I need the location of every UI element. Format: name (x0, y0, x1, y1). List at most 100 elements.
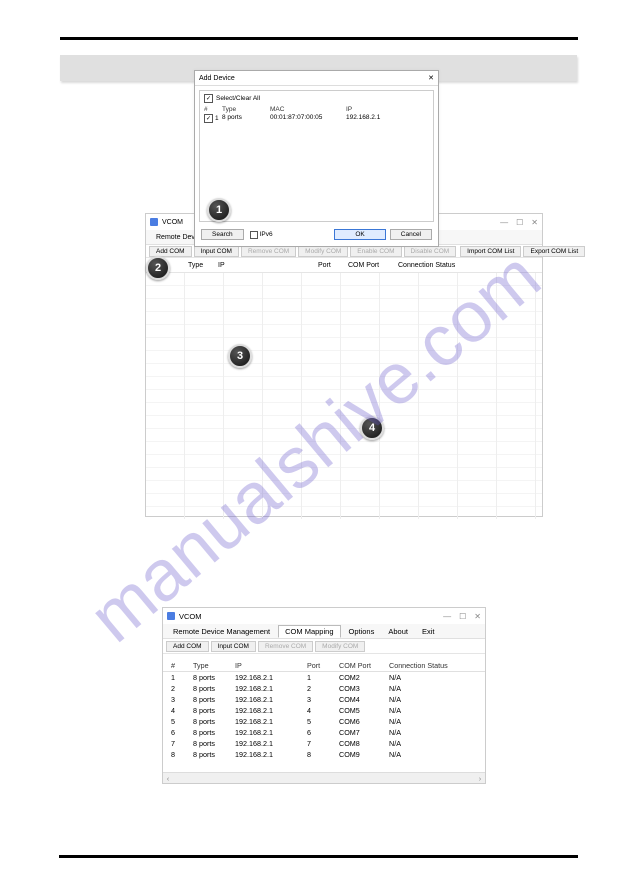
dialog-close-icon[interactable]: ✕ (428, 74, 434, 82)
cell-type: 8 ports (193, 695, 235, 704)
cell-connstatus: N/A (389, 684, 477, 693)
minimize-icon[interactable]: — (443, 612, 451, 621)
table-row[interactable]: 78 ports192.168.2.17COM8N/A (163, 738, 485, 749)
menu-remote-device[interactable]: Remote Device Management (167, 626, 276, 637)
remove-com-button[interactable]: Remove COM (258, 641, 313, 652)
dialog-title: Add Device (199, 75, 235, 82)
cell-num: 5 (171, 717, 193, 726)
table-row[interactable]: 58 ports192.168.2.15COM6N/A (163, 716, 485, 727)
table-row[interactable]: 88 ports192.168.2.18COM9N/A (163, 749, 485, 760)
cell-comport: COM5 (339, 706, 389, 715)
window-title: VCOM (162, 219, 183, 226)
vcom-window-2: VCOM — ☐ ✕ Remote Device Management COM … (162, 607, 486, 784)
disable-com-button[interactable]: Disable COM (404, 246, 457, 257)
close-icon[interactable]: ✕ (531, 218, 538, 227)
cell-port: 3 (307, 695, 339, 704)
minimize-icon[interactable]: — (500, 218, 508, 227)
dcol-type: Type (222, 106, 270, 113)
maximize-icon[interactable]: ☐ (516, 218, 523, 227)
step-badge-1: 1 (207, 198, 231, 222)
dialog-table-row[interactable]: ✓1 8 ports 00:01:87:07:00:05 192.168.2.1 (200, 113, 433, 124)
horizontal-scrollbar[interactable]: ‹ › (163, 772, 485, 783)
cell-connstatus: N/A (389, 750, 477, 759)
table-row[interactable]: 28 ports192.168.2.12COM3N/A (163, 683, 485, 694)
col-type: Type (188, 262, 218, 269)
step-badge-4: 4 (360, 416, 384, 440)
cell-comport: COM9 (339, 750, 389, 759)
row-ip: 192.168.2.1 (346, 114, 406, 123)
cell-port: 6 (307, 728, 339, 737)
row-num: 1 (215, 115, 219, 122)
cell-connstatus: N/A (389, 717, 477, 726)
cell-comport: COM6 (339, 717, 389, 726)
ipv6-checkbox[interactable] (250, 231, 258, 239)
modify-com-button[interactable]: Modify COM (315, 641, 365, 652)
menubar-2: Remote Device Management COM Mapping Opt… (163, 624, 485, 639)
cell-comport: COM2 (339, 673, 389, 682)
cell-type: 8 ports (193, 739, 235, 748)
input-com-button[interactable]: Input COM (211, 641, 256, 652)
menu-com-mapping[interactable]: COM Mapping (278, 625, 340, 638)
cell-connstatus: N/A (389, 739, 477, 748)
cell-connstatus: N/A (389, 673, 477, 682)
top-rule (60, 37, 578, 40)
table-row[interactable]: 68 ports192.168.2.16COM7N/A (163, 727, 485, 738)
import-com-list-button[interactable]: Import COM List (460, 246, 521, 257)
cell-connstatus: N/A (389, 728, 477, 737)
select-clear-all-checkbox[interactable]: ✓ (204, 94, 213, 103)
col-connstatus: Connection Status (398, 262, 488, 269)
cell-connstatus: N/A (389, 706, 477, 715)
add-com-button[interactable]: Add COM (149, 246, 192, 257)
toolbar-2: Add COM Input COM Remove COM Modify COM (163, 639, 485, 654)
menu-exit[interactable]: Exit (416, 626, 441, 637)
dcol-ip: IP (346, 106, 406, 113)
input-com-button[interactable]: Input COM (194, 246, 239, 257)
select-clear-all-label: Select/Clear All (216, 95, 260, 102)
table-row[interactable]: 48 ports192.168.2.14COM5N/A (163, 705, 485, 716)
cell-ip: 192.168.2.1 (235, 717, 307, 726)
step-badge-3: 3 (228, 344, 252, 368)
table-row[interactable]: 18 ports192.168.2.11COM2N/A (163, 672, 485, 683)
app-icon-2 (167, 612, 175, 620)
scroll-right-icon[interactable]: › (475, 773, 485, 783)
table-row[interactable]: 38 ports192.168.2.13COM4N/A (163, 694, 485, 705)
cell-comport: COM4 (339, 695, 389, 704)
col-port: Port (307, 661, 339, 670)
cell-ip: 192.168.2.1 (235, 684, 307, 693)
cell-ip: 192.168.2.1 (235, 695, 307, 704)
remove-com-button[interactable]: Remove COM (241, 246, 296, 257)
col-ip: IP (218, 262, 318, 269)
row-checkbox[interactable]: ✓ (204, 114, 213, 123)
maximize-icon[interactable]: ☐ (459, 612, 466, 621)
export-com-list-button[interactable]: Export COM List (523, 246, 585, 257)
cell-type: 8 ports (193, 750, 235, 759)
modify-com-button[interactable]: Modify COM (298, 246, 348, 257)
titlebar-2: VCOM — ☐ ✕ (163, 608, 485, 624)
cell-num: 2 (171, 684, 193, 693)
table-grid-empty (146, 273, 542, 519)
cell-ip: 192.168.2.1 (235, 673, 307, 682)
cell-ip: 192.168.2.1 (235, 728, 307, 737)
cell-port: 2 (307, 684, 339, 693)
scroll-left-icon[interactable]: ‹ (163, 773, 173, 783)
step-badge-2: 2 (146, 256, 170, 280)
app-icon (150, 218, 158, 226)
cell-comport: COM3 (339, 684, 389, 693)
table-header-2: # Type IP Port COM Port Connection Statu… (163, 660, 485, 672)
menu-options[interactable]: Options (343, 626, 381, 637)
cancel-button[interactable]: Cancel (390, 229, 432, 240)
col-num: # (171, 661, 193, 670)
cell-port: 4 (307, 706, 339, 715)
ok-button[interactable]: OK (334, 229, 385, 240)
row-type: 8 ports (222, 114, 270, 123)
menu-about[interactable]: About (382, 626, 414, 637)
add-com-button[interactable]: Add COM (166, 641, 209, 652)
col-type: Type (193, 661, 235, 670)
search-button[interactable]: Search (201, 229, 244, 240)
close-icon[interactable]: ✕ (474, 612, 481, 621)
cell-num: 7 (171, 739, 193, 748)
cell-ip: 192.168.2.1 (235, 739, 307, 748)
enable-com-button[interactable]: Enable COM (350, 246, 401, 257)
vcom-window-1: VCOM — ☐ ✕ Remote Device Management COM … (145, 213, 543, 517)
cell-port: 7 (307, 739, 339, 748)
